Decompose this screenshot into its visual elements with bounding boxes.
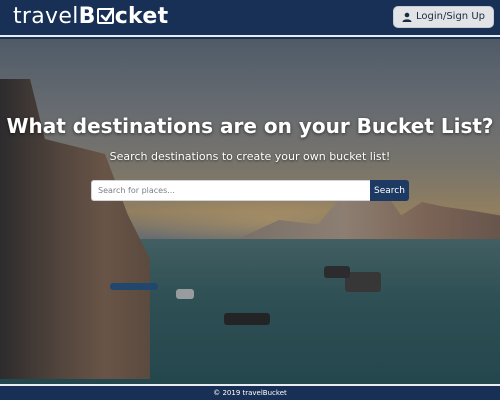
- search-input[interactable]: [91, 180, 370, 201]
- brand-b: B: [78, 4, 96, 29]
- footer-copyright: © 2019 travelBucket: [213, 389, 287, 397]
- user-icon: [402, 12, 412, 22]
- login-signup-label: Login/Sign Up: [415, 11, 485, 22]
- login-signup-button[interactable]: Login/Sign Up: [392, 6, 494, 28]
- hero-title: What destinations are on your Bucket Lis…: [6, 114, 494, 138]
- brand-suffix: cket: [114, 4, 169, 29]
- brand-prefix: travel: [13, 4, 79, 29]
- search-button[interactable]: Search: [370, 180, 409, 201]
- brand-logo[interactable]: travelB cket: [13, 4, 168, 30]
- top-navbar: travelB cket Login/Sign Up: [0, 0, 500, 37]
- search-bar: Search: [91, 180, 409, 201]
- checkbox-check-icon: [96, 7, 114, 24]
- hero-overlay: [0, 39, 500, 384]
- footer: © 2019 travelBucket: [0, 384, 500, 400]
- hero-subtitle: Search destinations to create your own b…: [109, 150, 391, 163]
- hero-section: What destinations are on your Bucket Lis…: [0, 39, 500, 384]
